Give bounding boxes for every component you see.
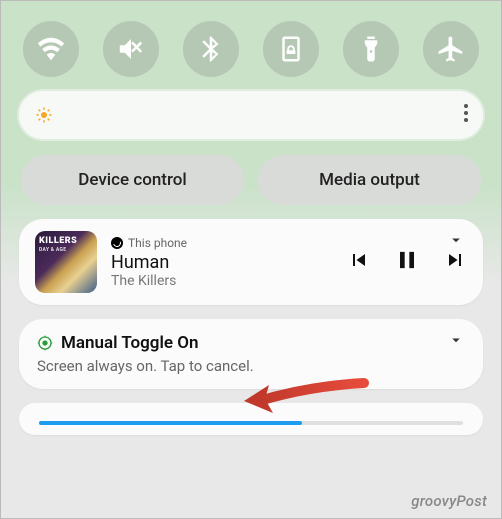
airplane-toggle[interactable] — [423, 21, 479, 77]
mute-icon — [116, 34, 146, 64]
watermark: groovyPost — [411, 492, 487, 510]
notification-body: Screen always on. Tap to cancel. — [37, 357, 465, 375]
track-artist: The Killers — [111, 273, 333, 289]
bluetooth-icon — [196, 34, 226, 64]
brightness-icon — [35, 106, 53, 124]
wifi-toggle[interactable] — [23, 21, 79, 77]
media-info: This phone Human The Killers — [111, 236, 333, 289]
rotation-lock-toggle[interactable] — [263, 21, 319, 77]
bluetooth-toggle[interactable] — [183, 21, 239, 77]
airplane-icon — [436, 34, 466, 64]
quick-settings-row — [15, 15, 487, 91]
chevron-down-icon — [447, 331, 465, 349]
rotation-lock-icon — [276, 34, 306, 64]
previous-button[interactable] — [347, 248, 371, 276]
media-output-label: Media output — [319, 170, 420, 190]
pause-button[interactable] — [393, 246, 421, 278]
album-art-subtext: DAY & AGE — [39, 247, 66, 253]
spotify-icon — [111, 237, 123, 249]
brightness-slider[interactable] — [19, 91, 483, 139]
mute-toggle[interactable] — [103, 21, 159, 77]
media-expand-button[interactable] — [447, 231, 465, 253]
album-art-text: KILLERS — [39, 237, 77, 246]
album-art: KILLERS DAY & AGE — [35, 231, 97, 293]
control-buttons-row: Device control Media output — [15, 155, 487, 219]
media-player-card[interactable]: KILLERS DAY & AGE This phone Human The K… — [19, 219, 483, 305]
media-source-label: This phone — [128, 236, 187, 250]
device-control-label: Device control — [78, 170, 186, 190]
media-output-button[interactable]: Media output — [258, 155, 481, 205]
brightness-more-icon[interactable] — [463, 103, 469, 127]
flashlight-icon — [356, 34, 386, 64]
wifi-icon — [36, 34, 66, 64]
notification-expand-button[interactable] — [447, 331, 465, 353]
notification-title: Manual Toggle On — [61, 333, 198, 353]
flashlight-toggle[interactable] — [343, 21, 399, 77]
progress-bar — [39, 421, 463, 425]
device-control-button[interactable]: Device control — [21, 155, 244, 205]
pause-icon — [393, 246, 421, 274]
track-title: Human — [111, 252, 333, 273]
chevron-down-icon — [447, 231, 465, 249]
notification-app-icon — [37, 335, 53, 351]
progress-card[interactable] — [19, 403, 483, 435]
skip-previous-icon — [347, 248, 371, 272]
progress-fill — [39, 421, 302, 425]
notification-card[interactable]: Manual Toggle On Screen always on. Tap t… — [19, 319, 483, 389]
